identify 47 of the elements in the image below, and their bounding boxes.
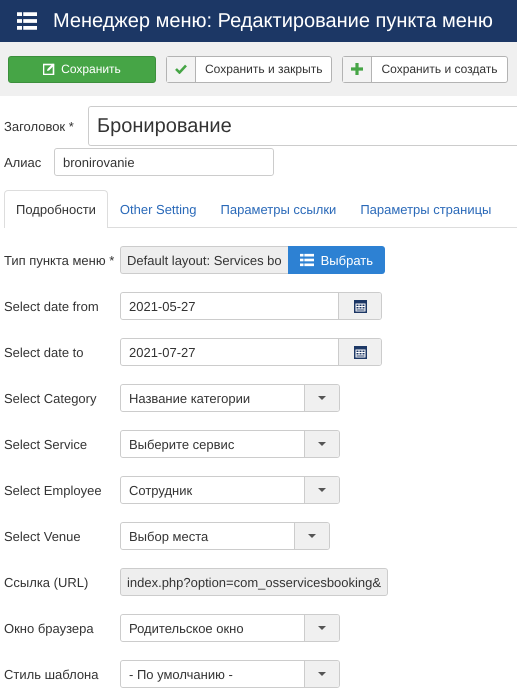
dropdown[interactable]: Сотрудник: [120, 476, 340, 504]
dropdown[interactable]: Выбор места: [120, 522, 330, 550]
select-button[interactable]: Выбрать: [288, 246, 386, 274]
edit-icon: [43, 63, 56, 75]
caret-icon: [318, 396, 326, 400]
calendar-icon: [354, 346, 366, 358]
caret-icon: [318, 672, 326, 676]
url-field: index.php?option=com_osservicesbooking&: [120, 568, 388, 596]
title-field[interactable]: Бронирование: [88, 106, 517, 146]
plus-icon: [351, 63, 364, 75]
dropdown[interactable]: Название категории: [120, 384, 340, 412]
tab[interactable]: Other Setting: [108, 190, 209, 228]
check-icon: [175, 64, 187, 74]
calendar-button[interactable]: [338, 339, 381, 365]
field-label: Стиль шаблона: [4, 666, 100, 682]
date-field[interactable]: 2021-05-27: [120, 292, 382, 320]
tab[interactable]: Параметры страницы: [348, 190, 504, 228]
alias-field[interactable]: bronirovanie: [54, 148, 274, 176]
menu-icon: [17, 11, 37, 31]
dropdown[interactable]: Родительское окно: [120, 614, 340, 642]
caret-icon: [318, 488, 326, 492]
caret-icon: [318, 442, 326, 446]
date-field[interactable]: 2021-07-27: [120, 338, 382, 366]
save-new-button[interactable]: Сохранить и создать: [342, 56, 508, 82]
dropdown[interactable]: Выберите сервис: [120, 430, 340, 458]
tab[interactable]: Параметры ссылки: [208, 190, 348, 228]
calendar-button[interactable]: [338, 293, 381, 319]
field-label: Тип пункта меню *: [4, 252, 116, 268]
field-label: Алиас: [4, 154, 42, 170]
page-title: Менеджер меню: Редактирование пункта меню: [53, 10, 493, 32]
field-label: Окно браузера: [4, 620, 95, 636]
field-label: Select Category: [4, 390, 98, 406]
menu-type-field: Default layout: Services bo: [120, 246, 288, 274]
tab[interactable]: Подробности: [4, 190, 108, 228]
field-label: Ссылка (URL): [4, 574, 90, 590]
calendar-icon: [354, 300, 366, 312]
field-label: Заголовок *: [4, 118, 75, 134]
caret-icon: [308, 534, 316, 538]
field-label: Select date to: [4, 344, 84, 360]
caret-icon: [318, 626, 326, 630]
field-label: Select Service: [4, 436, 88, 452]
field-label: Select Employee: [4, 482, 103, 498]
field-label: Select Venue: [4, 528, 82, 544]
save-close-button[interactable]: Сохранить и закрыть: [166, 56, 332, 82]
dropdown[interactable]: - По умолчанию -: [120, 660, 340, 688]
list-icon: [300, 253, 314, 267]
field-label: Select date from: [4, 298, 100, 314]
